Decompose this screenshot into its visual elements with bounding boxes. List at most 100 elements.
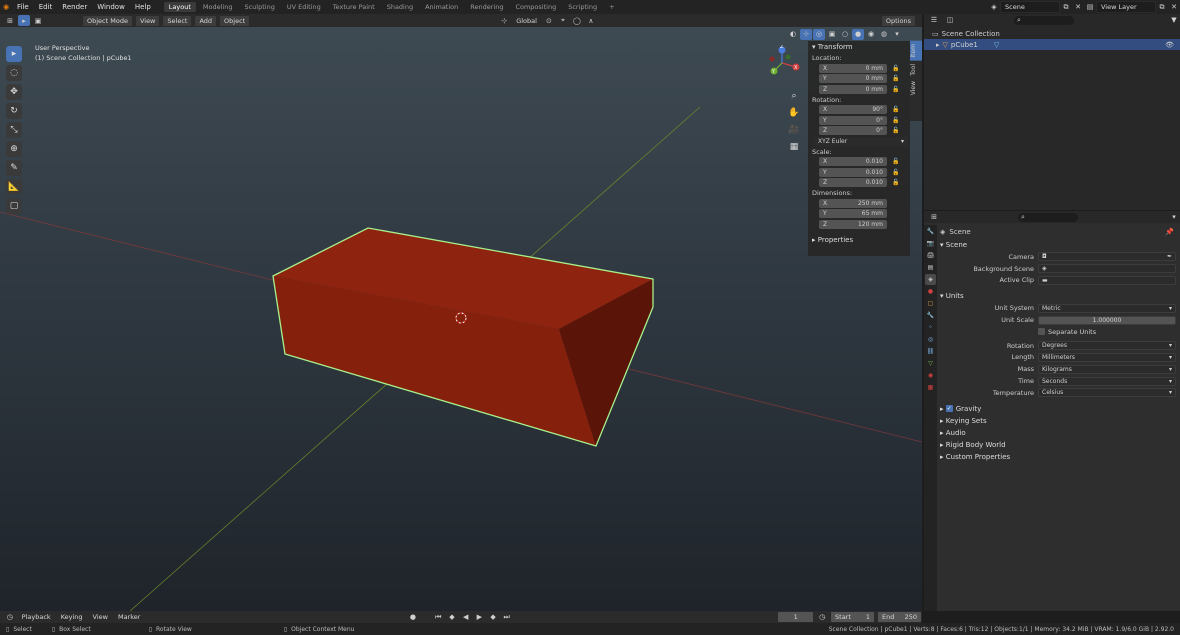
xray-icon[interactable]: ▣ xyxy=(826,29,838,40)
outliner-item-pcube1[interactable]: ▸ ▽ pCube1 ▽ 👁 xyxy=(924,39,1180,50)
scene-section-header[interactable]: ▾ Scene xyxy=(940,239,1180,251)
object-tab-icon[interactable]: ▢ xyxy=(925,298,936,309)
tab-modeling[interactable]: Modeling xyxy=(198,2,238,12)
tab-rendering[interactable]: Rendering xyxy=(465,2,508,12)
unit-scale-field[interactable]: 1.000000 xyxy=(1038,315,1176,325)
3d-viewport[interactable]: User Perspective (1) Scene Collection | … xyxy=(0,27,922,611)
clock-icon[interactable]: ◷ xyxy=(816,612,828,623)
dimensions-x-field[interactable]: X 250 mm xyxy=(819,198,887,208)
location-y-field[interactable]: Y 0 mm xyxy=(819,74,887,84)
dimensions-z-field[interactable]: Z 120 mm xyxy=(819,219,887,229)
select-box-icon[interactable]: ▸ xyxy=(6,46,22,62)
orientation-selector[interactable]: Global xyxy=(512,15,541,26)
annotate-icon[interactable]: ✎ xyxy=(6,160,22,176)
gravity-section-header[interactable]: ▸ ✓ Gravity xyxy=(940,403,1180,415)
properties-search-input[interactable]: ⌕ xyxy=(1018,212,1078,222)
shading-dropdown-icon[interactable]: ▾ xyxy=(891,29,903,40)
tab-sculpting[interactable]: Sculpting xyxy=(239,2,279,12)
tab-scripting[interactable]: Scripting xyxy=(563,2,602,12)
material-icon[interactable]: ◉ xyxy=(865,29,877,40)
record-icon[interactable]: ● xyxy=(407,612,419,623)
play-icon[interactable]: ▶ xyxy=(474,612,486,623)
tab-uv-editing[interactable]: UV Editing xyxy=(282,2,326,12)
start-frame-field[interactable]: Start 1 xyxy=(830,611,876,623)
end-frame-field[interactable]: End 250 xyxy=(877,611,923,623)
selection-mode-icon[interactable]: ▣ xyxy=(32,15,44,26)
scene-icon[interactable]: ◈ xyxy=(988,2,1000,13)
particles-tab-icon[interactable]: ⁘ xyxy=(925,322,936,333)
lock-icon[interactable]: 🔓 xyxy=(892,106,899,113)
snap-icon[interactable]: ⌖ xyxy=(557,15,569,26)
constraints-tab-icon[interactable]: ⛓ xyxy=(925,346,936,357)
play-reverse-icon[interactable]: ◀ xyxy=(460,612,472,623)
blender-logo-icon[interactable]: ◉ xyxy=(0,2,12,13)
data-tab-icon[interactable]: ▽ xyxy=(925,358,936,369)
filter-icon[interactable]: ▼ xyxy=(1168,15,1180,26)
scale-icon[interactable]: ⤡ xyxy=(6,122,22,138)
tab-animation[interactable]: Animation xyxy=(420,2,463,12)
tab-shading[interactable]: Shading xyxy=(382,2,418,12)
modifier-tab-icon[interactable]: 🔧 xyxy=(925,310,936,321)
lock-icon[interactable]: 🔓 xyxy=(892,169,899,176)
tab-item[interactable]: Item xyxy=(910,41,922,61)
dimensions-y-field[interactable]: Y 65 mm xyxy=(819,209,887,219)
menu-playback[interactable]: Playback xyxy=(18,612,55,622)
jump-end-icon[interactable]: ⏭ xyxy=(501,612,513,623)
tab-compositing[interactable]: Compositing xyxy=(510,2,561,12)
solid-icon[interactable]: ● xyxy=(852,28,864,40)
jump-start-icon[interactable]: ⏮ xyxy=(432,612,444,623)
rotation-select[interactable]: Degrees ▾ xyxy=(1038,341,1176,351)
tab-texture-paint[interactable]: Texture Paint xyxy=(328,2,380,12)
audio-section-header[interactable]: ▸ Audio xyxy=(940,427,1180,439)
measure-icon[interactable]: 📐 xyxy=(6,179,22,195)
editor-type-icon[interactable]: ⊞ xyxy=(928,212,940,223)
menu-edit[interactable]: Edit xyxy=(34,3,58,11)
rotate-icon[interactable]: ↻ xyxy=(6,103,22,119)
lock-icon[interactable]: 🔓 xyxy=(892,158,899,165)
rendered-icon[interactable]: ◍ xyxy=(878,29,890,40)
lock-icon[interactable]: 🔓 xyxy=(892,75,899,82)
close-layer-icon[interactable]: ✕ xyxy=(1168,2,1180,13)
next-key-icon[interactable]: ◆ xyxy=(487,612,499,623)
editor-type-icon[interactable]: ☰ xyxy=(928,15,940,26)
camera-field[interactable]: ◘ ✒ xyxy=(1038,252,1176,262)
output-tab-icon[interactable]: 🖨 xyxy=(925,250,936,261)
lock-icon[interactable]: 🔓 xyxy=(892,117,899,124)
menu-view[interactable]: View xyxy=(89,612,112,622)
custom-properties-section-header[interactable]: ▸ Custom Properties xyxy=(940,451,1180,463)
gizmo-toggle-icon[interactable]: ⊹ xyxy=(800,28,812,40)
mass-select[interactable]: Kilograms ▾ xyxy=(1038,364,1176,374)
transform-header[interactable]: ▾ Transform xyxy=(808,41,910,53)
orientation-icon[interactable]: ⊹ xyxy=(498,15,510,26)
menu-window[interactable]: Window xyxy=(92,3,130,11)
scale-x-field[interactable]: X 0.010 xyxy=(819,157,887,167)
transform-icon[interactable]: ⊕ xyxy=(6,141,22,157)
location-z-field[interactable]: Z 0 mm xyxy=(819,84,887,94)
tab-tool[interactable]: Tool xyxy=(910,61,922,79)
rotation-y-field[interactable]: Y 0° xyxy=(819,115,887,125)
close-icon[interactable]: ✕ xyxy=(1072,2,1084,13)
overlay-icon[interactable]: ◎ xyxy=(813,28,825,40)
copy-layer-icon[interactable]: ⧉ xyxy=(1156,2,1168,13)
render-tab-icon[interactable]: 📷 xyxy=(925,238,936,249)
time-select[interactable]: Seconds ▾ xyxy=(1038,376,1176,386)
menu-render[interactable]: Render xyxy=(57,3,92,11)
scene-tab-icon[interactable]: ◈ xyxy=(925,274,936,285)
units-section-header[interactable]: ▾ Units xyxy=(940,290,1180,302)
lock-icon[interactable]: 🔓 xyxy=(892,179,899,186)
menu-object[interactable]: Object xyxy=(219,14,251,27)
falloff-icon[interactable]: ∧ xyxy=(585,15,597,26)
view-layer-icon[interactable]: ▤ xyxy=(1084,2,1096,13)
menu-add[interactable]: Add xyxy=(194,14,218,27)
eye-icon[interactable]: 👁 xyxy=(1165,41,1180,49)
rotation-mode-select[interactable]: XYZ Euler ▾ xyxy=(814,136,908,146)
lock-icon[interactable]: 🔓 xyxy=(892,127,899,134)
scale-y-field[interactable]: Y 0.010 xyxy=(819,167,887,177)
pin-icon[interactable]: 📌 xyxy=(1165,228,1180,236)
pivot-icon[interactable]: ⊙ xyxy=(543,15,555,26)
active-clip-field[interactable]: ▬ xyxy=(1038,275,1176,285)
rigid-body-world-section-header[interactable]: ▸ Rigid Body World xyxy=(940,439,1180,451)
view-layer-selector[interactable]: View Layer xyxy=(1096,1,1156,13)
physics-tab-icon[interactable]: ◎ xyxy=(925,334,936,345)
location-x-field[interactable]: X 0 mm xyxy=(819,63,887,73)
